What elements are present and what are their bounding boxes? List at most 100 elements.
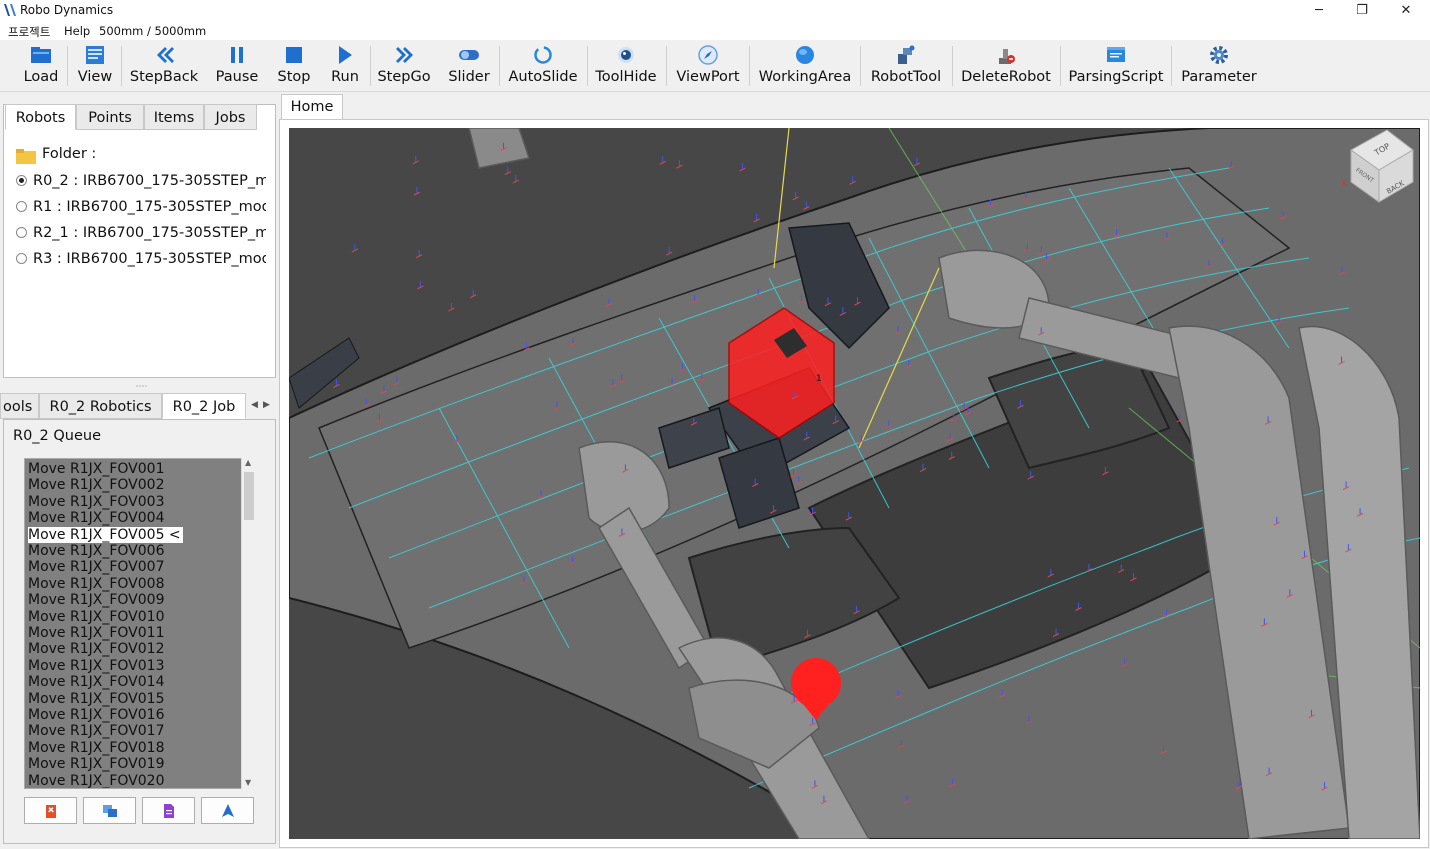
toolbar-separator [121, 46, 122, 86]
parsingscript-button[interactable]: ParsingScript [1066, 44, 1166, 90]
queue-item[interactable]: Move R1JX_FOV012 [28, 641, 164, 657]
robottool-button[interactable]: RobotTool [866, 44, 946, 90]
tab-r0-2-job[interactable]: R0_2 Job [162, 393, 246, 419]
panel-splitter[interactable] [3, 378, 276, 392]
toolbar: Load View StepBack Pause Stop Run StepGo… [0, 40, 1430, 92]
queue-item[interactable]: Move R1JX_FOV019 [28, 756, 164, 772]
slider-button[interactable]: Slider [446, 44, 492, 90]
tab-scroll-left-icon[interactable]: ◀ [251, 400, 258, 410]
stop-button[interactable]: Stop [274, 44, 314, 90]
queue-item[interactable]: Move R1JX_FOV020 [28, 773, 164, 788]
step-back-icon [157, 47, 174, 63]
tab-scroll-right-icon[interactable]: ▶ [263, 400, 270, 410]
arrow-up-icon [222, 804, 234, 817]
queue-item[interactable]: Move R1JX_FOV003 [28, 494, 164, 510]
queue-item[interactable]: Move R1JX_FOV016 [28, 707, 164, 723]
3d-viewport[interactable]: 1 TOP BACK FRONT X [289, 128, 1420, 839]
title-bar: Robo Dynamics ─ ❐ ✕ [0, 0, 1430, 22]
globe-icon [796, 46, 814, 64]
scene-label: 1 [816, 374, 822, 384]
queue-item[interactable]: Move R1JX_FOV006 [28, 543, 164, 559]
scale-readout: 500mm / 5000mm [99, 24, 207, 38]
workingarea-button[interactable]: WorkingArea [756, 44, 854, 90]
gear-icon [1210, 46, 1228, 64]
slider-icon [459, 50, 479, 60]
queue-item[interactable]: Move R1JX_FOV005 < [28, 526, 183, 543]
tab-robots[interactable]: Robots [5, 104, 76, 130]
play-icon [339, 46, 352, 64]
copy-job-button[interactable] [83, 797, 136, 824]
queue-item[interactable]: Move R1JX_FOV014 [28, 674, 164, 690]
toolbar-separator [370, 46, 371, 86]
queue-item[interactable]: Move R1JX_FOV001 [28, 461, 164, 477]
queue-label: R0_2 Queue [13, 428, 102, 444]
radio[interactable] [16, 201, 27, 212]
radio-selected[interactable] [16, 175, 27, 186]
tab-scroll-arrows: ◀ ▶ [248, 396, 274, 416]
robot-item-r3[interactable]: R3 : IRB6700_175-305STEP_mod [16, 251, 266, 267]
stepback-button[interactable]: StepBack [128, 44, 200, 90]
radio[interactable] [16, 227, 27, 238]
eye-icon [618, 47, 634, 63]
minimize-button[interactable]: ─ [1297, 0, 1341, 22]
toolbar-separator [952, 46, 953, 86]
toolbar-separator [749, 46, 750, 86]
toolbar-separator [499, 46, 500, 86]
compass-icon [698, 45, 718, 65]
scroll-down-icon[interactable]: ▼ [245, 778, 251, 787]
robot-item-r2-1[interactable]: R2_1 : IRB6700_175-305STEP_mod [16, 225, 266, 241]
scene-render[interactable]: 1 TOP BACK FRONT X [289, 128, 1420, 839]
stepgo-button[interactable]: StepGo [376, 44, 432, 90]
deleterobot-button[interactable]: DeleteRobot [958, 44, 1054, 90]
delete-job-button[interactable] [24, 797, 77, 824]
document-job-button[interactable] [142, 797, 195, 824]
load-button[interactable]: Load [20, 44, 62, 90]
viewport-button[interactable]: ViewPort [674, 44, 742, 90]
queue-item[interactable]: Move R1JX_FOV011 [28, 625, 164, 641]
queue-item[interactable]: Move R1JX_FOV015 [28, 691, 164, 707]
toolbar-separator [587, 46, 588, 86]
queue-item[interactable]: Move R1JX_FOV004 [28, 510, 164, 526]
robot-item-r1[interactable]: R1 : IRB6700_175-305STEP_mod [16, 199, 266, 215]
pause-button[interactable]: Pause [214, 44, 260, 90]
tab-r0-2-robotics[interactable]: R0_2 Robotics [39, 393, 162, 419]
tab-jobs[interactable]: Jobs [204, 104, 257, 130]
menu-help[interactable]: Help [64, 24, 90, 38]
queue-list[interactable]: Move R1JX_FOV001 Move R1JX_FOV002 Move R1J… [24, 458, 256, 789]
toolhide-button[interactable]: ToolHide [594, 44, 658, 90]
autoslide-icon [534, 46, 552, 64]
view-icon [86, 46, 104, 64]
viewcube-axis-label: X [1341, 179, 1347, 189]
run-button[interactable]: Run [326, 44, 364, 90]
parameter-button[interactable]: Parameter [1178, 44, 1260, 90]
queue-item[interactable]: Move R1JX_FOV002 [28, 477, 164, 493]
close-button[interactable]: ✕ [1384, 0, 1428, 22]
scroll-thumb[interactable] [244, 472, 254, 520]
tab-home[interactable]: Home [281, 94, 343, 120]
queue-item[interactable]: Move R1JX_FOV007 [28, 559, 164, 575]
autoslide-button[interactable]: AutoSlide [506, 44, 580, 90]
queue-item[interactable]: Move R1JX_FOV017 [28, 723, 164, 739]
delete-robot-icon [999, 49, 1015, 64]
queue-item[interactable]: Move R1JX_FOV010 [28, 609, 164, 625]
queue-scrollbar[interactable]: ▲ ▼ [241, 458, 256, 789]
radio[interactable] [16, 253, 27, 264]
tab-items[interactable]: Items [144, 104, 204, 130]
toolbar-separator [67, 46, 68, 86]
step-go-icon [396, 47, 413, 63]
menu-project[interactable]: 프로젝트 [8, 24, 50, 40]
toolbar-separator [860, 46, 861, 86]
tab-tools[interactable]: ools [0, 393, 39, 419]
queue-item[interactable]: Move R1JX_FOV008 [28, 576, 164, 592]
maximize-button[interactable]: ❐ [1340, 0, 1384, 22]
copy-icon [103, 805, 117, 817]
queue-item[interactable]: Move R1JX_FOV013 [28, 658, 164, 674]
tab-points[interactable]: Points [76, 104, 144, 130]
move-up-job-button[interactable] [201, 797, 254, 824]
queue-item[interactable]: Move R1JX_FOV009 [28, 592, 164, 608]
scroll-up-icon[interactable]: ▲ [245, 458, 251, 467]
queue-item[interactable]: Move R1JX_FOV018 [28, 740, 164, 756]
robot-item-r0-2[interactable]: R0_2 : IRB6700_175-305STEP_mod [16, 173, 266, 189]
view-button[interactable]: View [74, 44, 116, 90]
stop-icon [286, 47, 302, 63]
